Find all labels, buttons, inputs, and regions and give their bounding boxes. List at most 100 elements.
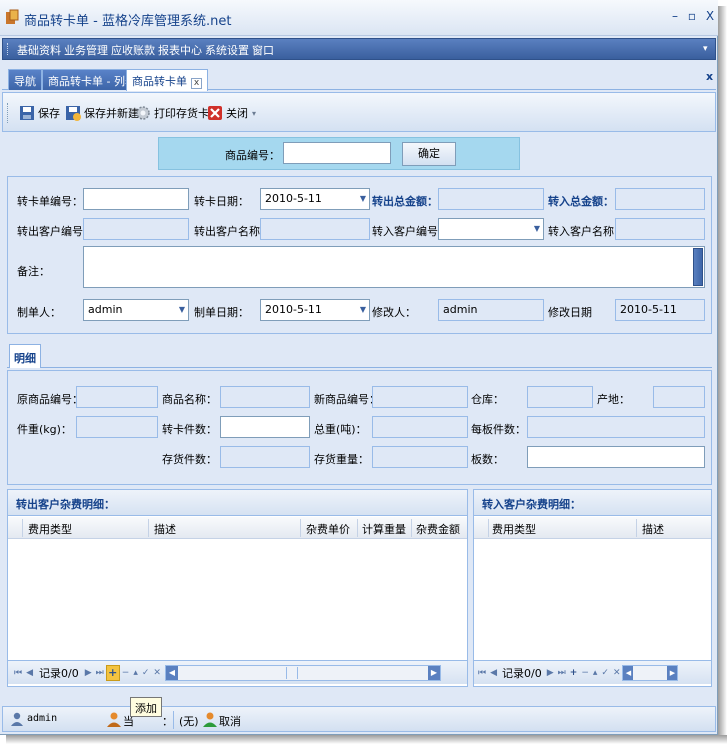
tab-transfer-form[interactable]: 商品转卡单 x [126, 69, 208, 91]
prev-page-icon[interactable]: ◀ [26, 668, 33, 678]
card-date-picker[interactable]: 2010-5-11 ▼ [260, 188, 370, 210]
cancel-record-icon[interactable]: ✕ [153, 668, 161, 678]
out-fees-title: 转出客户杂费明细： [8, 490, 467, 516]
out-fees-pager: ⏮ ◀ 记录0/0 ▶ ⏭ + − ▴ ✓ ✕ ◀ ▶ [8, 660, 467, 684]
card-no-input[interactable] [83, 188, 189, 210]
modify-date-field: 2010-5-11 [615, 299, 705, 321]
confirm-button[interactable]: 确定 [402, 142, 456, 166]
col-fee-type[interactable]: 费用类型 [28, 521, 72, 537]
print-card-button[interactable]: 打印存货卡 [135, 103, 209, 123]
window-shadow-right [718, 6, 727, 744]
creator-dropdown-icon[interactable]: ▼ [179, 305, 185, 314]
remark-label: 备注： [17, 265, 50, 278]
cancel-icon [203, 712, 217, 727]
stock-weight-field [372, 446, 468, 468]
tab-close-icon[interactable]: x [191, 78, 202, 89]
close-dropdown-icon[interactable]: ▾ [252, 109, 256, 118]
in-prev-page-icon[interactable]: ◀ [490, 668, 497, 678]
tab-detail[interactable]: 明细 [9, 344, 41, 368]
menu-reports[interactable]: 报表中心 [158, 42, 202, 58]
warehouse-label: 仓库： [471, 393, 504, 406]
in-add-record-icon[interactable]: + [570, 668, 578, 678]
product-name-label: 商品名称： [162, 393, 217, 406]
col-description[interactable]: 描述 [154, 521, 176, 537]
first-page-icon[interactable]: ⏮ [14, 668, 22, 678]
out-total-field [438, 188, 544, 210]
close-button[interactable]: 关闭 ▾ [207, 103, 256, 123]
menu-business[interactable]: 业务管理 [64, 42, 108, 58]
in-cust-dropdown-icon[interactable]: ▼ [534, 224, 540, 233]
in-fees-hscroll[interactable]: ◀ ▶ [622, 664, 679, 681]
menu-overflow-icon[interactable]: ▾ [703, 44, 708, 54]
col-in-fee-type[interactable]: 费用类型 [492, 521, 536, 537]
out-fees-hscroll[interactable]: ◀ ▶ [164, 664, 441, 681]
out-fees-panel: 转出客户杂费明细： 费用类型 描述 杂费单价 计算重量 杂费金额 ⏮ ◀ 记录0… [7, 489, 468, 687]
weight-label: 件重(kg)： [17, 423, 72, 436]
create-date-dropdown-icon[interactable]: ▼ [360, 305, 366, 314]
edit-record-icon[interactable]: ▴ [133, 668, 138, 678]
in-next-page-icon[interactable]: ▶ [547, 668, 554, 678]
detail-tab-strip: 明细 [7, 342, 712, 368]
delete-record-icon[interactable]: − [122, 668, 130, 678]
tab-transfer-form-label: 商品转卡单 [132, 75, 187, 88]
menu-basic-data[interactable]: 基础资料 [17, 42, 61, 58]
last-page-icon[interactable]: ⏭ [96, 668, 104, 678]
out-total-label: 转出总金额： [372, 195, 438, 208]
print-gear-icon [136, 106, 150, 120]
stock-count-field [220, 446, 310, 468]
next-page-icon[interactable]: ▶ [85, 668, 92, 678]
in-cancel-record-icon[interactable]: ✕ [613, 668, 621, 678]
in-last-page-icon[interactable]: ⏭ [558, 668, 566, 678]
save-icon [20, 106, 34, 120]
close-all-tabs-icon[interactable]: x [706, 70, 713, 83]
per-board-label: 每板件数： [471, 423, 526, 436]
count-input[interactable] [220, 416, 310, 438]
add-record-button[interactable]: + [105, 664, 120, 681]
toolbar-grip [7, 103, 9, 123]
remark-textarea[interactable] [83, 246, 705, 288]
create-date-label: 制单日期： [194, 306, 249, 319]
per-board-field [527, 416, 705, 438]
card-date-dropdown-icon[interactable]: ▼ [360, 194, 366, 203]
in-delete-record-icon[interactable]: − [581, 668, 589, 678]
creator-select[interactable]: admin ▼ [83, 299, 189, 321]
in-cust-no-select[interactable]: ▼ [438, 218, 544, 240]
save-new-button[interactable]: 保存并新建 [65, 103, 139, 123]
product-code-input[interactable] [283, 142, 391, 164]
in-first-page-icon[interactable]: ⏮ [478, 668, 486, 678]
menu-window[interactable]: 窗口 [252, 42, 274, 58]
product-name-field [220, 386, 310, 408]
app-icon [6, 9, 19, 24]
menu-receivables[interactable]: 应收账款 [111, 42, 155, 58]
col-unit-price[interactable]: 杂费单价 [306, 521, 350, 537]
origin-field [653, 386, 705, 408]
remark-scrollbar[interactable] [693, 248, 703, 286]
scroll-thumb[interactable] [285, 666, 298, 679]
close-window-button[interactable]: X [703, 8, 717, 24]
minimize-button[interactable]: – [668, 8, 682, 24]
menu-settings[interactable]: 系统设置 [205, 42, 249, 58]
status-cancel-button[interactable]: 取消 [219, 713, 241, 729]
save-button[interactable]: 保存 [19, 103, 60, 123]
create-date-picker[interactable]: 2010-5-11 ▼ [260, 299, 370, 321]
in-cust-name-label: 转入客户名称： [548, 225, 625, 238]
modifier-label: 修改人： [372, 306, 416, 319]
tab-navigation[interactable]: 导航 [8, 69, 42, 90]
in-total-label: 转入总金额： [548, 195, 614, 208]
confirm-record-icon[interactable]: ✓ [142, 668, 150, 678]
in-edit-record-icon[interactable]: ▴ [593, 668, 598, 678]
title-bar: 商品转卡单 - 蓝格冷库管理系统.net – ▫ X [0, 0, 718, 36]
boards-input[interactable] [527, 446, 705, 468]
in-fees-title: 转入客户杂费明细： [474, 490, 711, 516]
out-cust-name-field [260, 218, 370, 240]
restore-button[interactable]: ▫ [685, 8, 699, 24]
new-no-label: 新商品编号： [314, 393, 380, 406]
origin-label: 产地： [597, 393, 630, 406]
in-confirm-record-icon[interactable]: ✓ [601, 668, 609, 678]
col-in-description[interactable]: 描述 [642, 521, 664, 537]
new-no-field [372, 386, 468, 408]
toolbar: 保存 保存并新建 打印存货卡 关闭 ▾ [2, 92, 716, 132]
col-fee-amount[interactable]: 杂费金额 [416, 521, 460, 537]
col-calc-weight[interactable]: 计算重量 [362, 521, 406, 537]
window-title: 商品转卡单 - 蓝格冷库管理系统.net [24, 14, 232, 29]
